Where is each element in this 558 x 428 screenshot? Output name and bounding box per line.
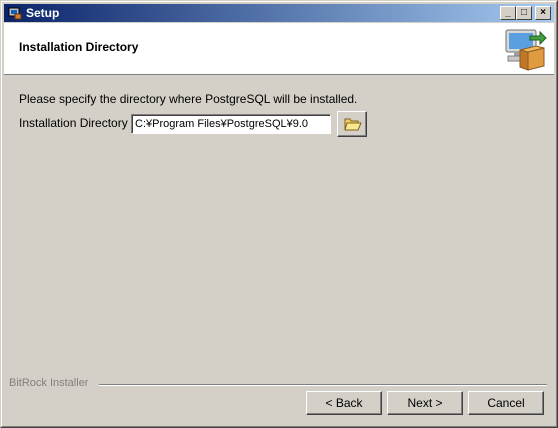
instruction-text: Please specify the directory where Postg… <box>19 92 358 106</box>
maximize-button[interactable]: □ <box>516 6 532 20</box>
title-bar[interactable]: Setup _ □ × <box>4 4 554 22</box>
close-button[interactable]: × <box>535 6 551 20</box>
folder-open-icon <box>344 118 362 131</box>
window-title: Setup <box>26 6 60 20</box>
footer-separator <box>99 384 547 386</box>
cancel-button[interactable]: Cancel <box>468 391 544 415</box>
maximize-icon: □ <box>520 7 528 18</box>
installation-directory-label: Installation Directory <box>19 116 128 130</box>
brand-label: BitRock Installer <box>9 377 92 389</box>
page-title: Installation Directory <box>19 40 139 54</box>
minimize-button[interactable]: _ <box>500 6 516 20</box>
close-icon: × <box>540 7 546 18</box>
next-button[interactable]: Next > <box>387 391 463 415</box>
installation-directory-input[interactable] <box>131 114 331 134</box>
minimize-icon: _ <box>505 7 511 18</box>
back-button[interactable]: < Back <box>306 391 382 415</box>
installer-computer-box-icon <box>505 29 547 71</box>
browse-button[interactable] <box>337 111 367 137</box>
wizard-header: Installation Directory <box>4 23 554 75</box>
setup-window: Setup _ □ × Installation Directory Pleas… <box>0 0 558 428</box>
setup-app-icon <box>8 7 22 20</box>
